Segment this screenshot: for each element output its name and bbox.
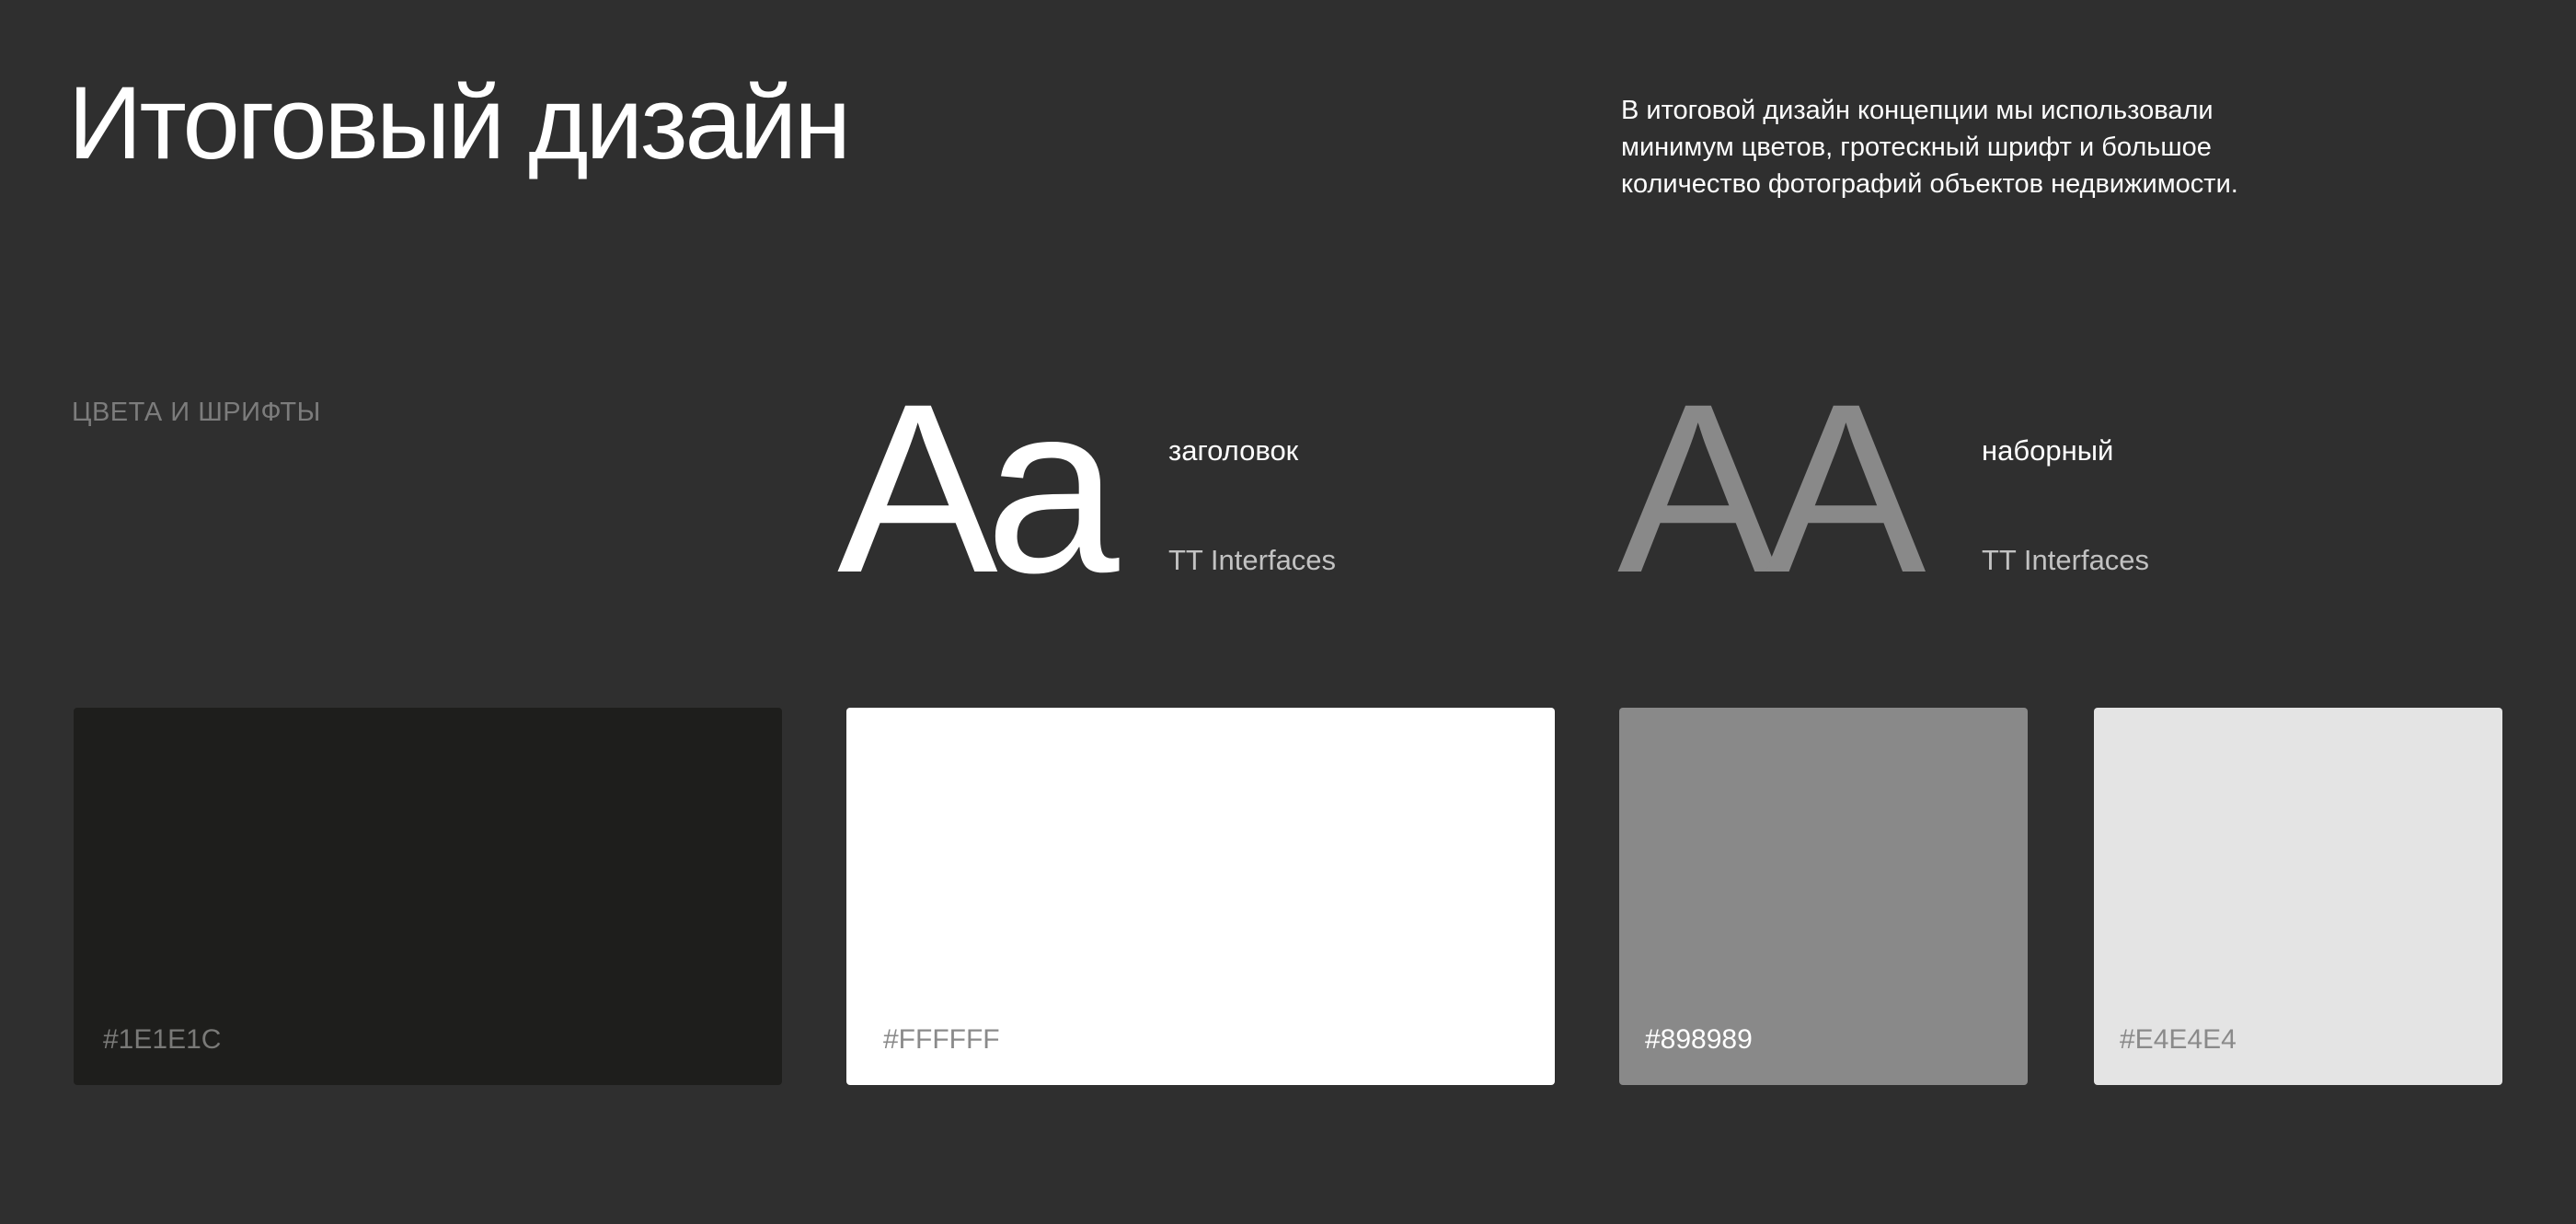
body-font-role: наборный <box>1982 434 2114 467</box>
color-hex-label: #E4E4E4 <box>2120 1024 2237 1055</box>
body-font-name: TT Interfaces <box>1982 544 2150 576</box>
color-swatch-light: #E4E4E4 <box>2094 708 2502 1085</box>
color-hex-label: #FFFFFF <box>883 1024 1000 1055</box>
heading-font-name: TT Interfaces <box>1168 544 1337 576</box>
color-hex-label: #898989 <box>1645 1024 1753 1055</box>
color-swatch-white: #FFFFFF <box>846 708 1555 1085</box>
color-swatch-dark: #1E1E1C <box>74 708 782 1085</box>
heading-font-specimen: Aa <box>837 353 1119 623</box>
heading-font-role: заголовок <box>1168 434 1299 467</box>
color-hex-label: #1E1E1C <box>103 1024 222 1055</box>
intro-text: В итоговой дизайн концепции мы использов… <box>1621 92 2394 202</box>
section-label: ЦВЕТА И ШРИФТЫ <box>72 398 321 427</box>
intro-line: минимум цветов, гротескный шрифт и больш… <box>1621 133 2212 162</box>
page-title: Итоговый дизайн <box>68 65 851 180</box>
intro-line: количество фотографий объектов недвижимо… <box>1621 169 2238 199</box>
body-font-specimen: AA <box>1617 353 1926 623</box>
intro-line: В итоговой дизайн концепции мы использов… <box>1621 96 2214 125</box>
color-swatch-gray: #898989 <box>1619 708 2028 1085</box>
